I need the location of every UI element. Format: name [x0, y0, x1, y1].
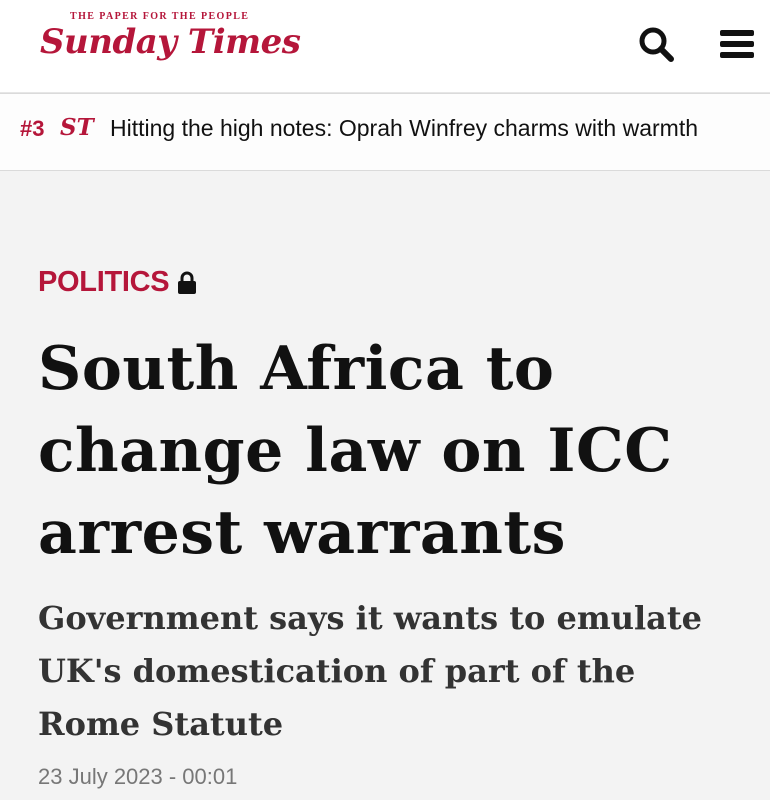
search-icon — [639, 27, 674, 62]
lock-icon — [178, 271, 197, 294]
menu-button[interactable] — [716, 22, 760, 66]
article-date: 23 July 2023 - 00:01 — [38, 764, 238, 789]
ticker-logo-mark: ST — [60, 114, 94, 141]
article-headline: South Africa to change law on ICC arrest… — [38, 334, 673, 568]
article-standfirst: Government says it wants to emulate UK's… — [38, 599, 702, 743]
site-logo[interactable]: Sunday Times — [40, 22, 301, 62]
section-name: POLITICS — [38, 266, 170, 298]
masthead-tagline: The Paper For The People — [70, 11, 250, 22]
trending-ticker[interactable]: #3 ST Hitting the high notes: Oprah Winf… — [0, 93, 770, 171]
section-label[interactable]: POLITICS — [38, 266, 197, 299]
ticker-headline-link[interactable]: Hitting the high notes: Oprah Winfrey ch… — [110, 115, 698, 142]
search-button[interactable] — [634, 22, 678, 66]
hamburger-menu-icon — [720, 30, 754, 58]
ticker-rank: #3 — [20, 116, 45, 141]
site-header: The Paper For The People Sunday Times — [0, 0, 770, 93]
